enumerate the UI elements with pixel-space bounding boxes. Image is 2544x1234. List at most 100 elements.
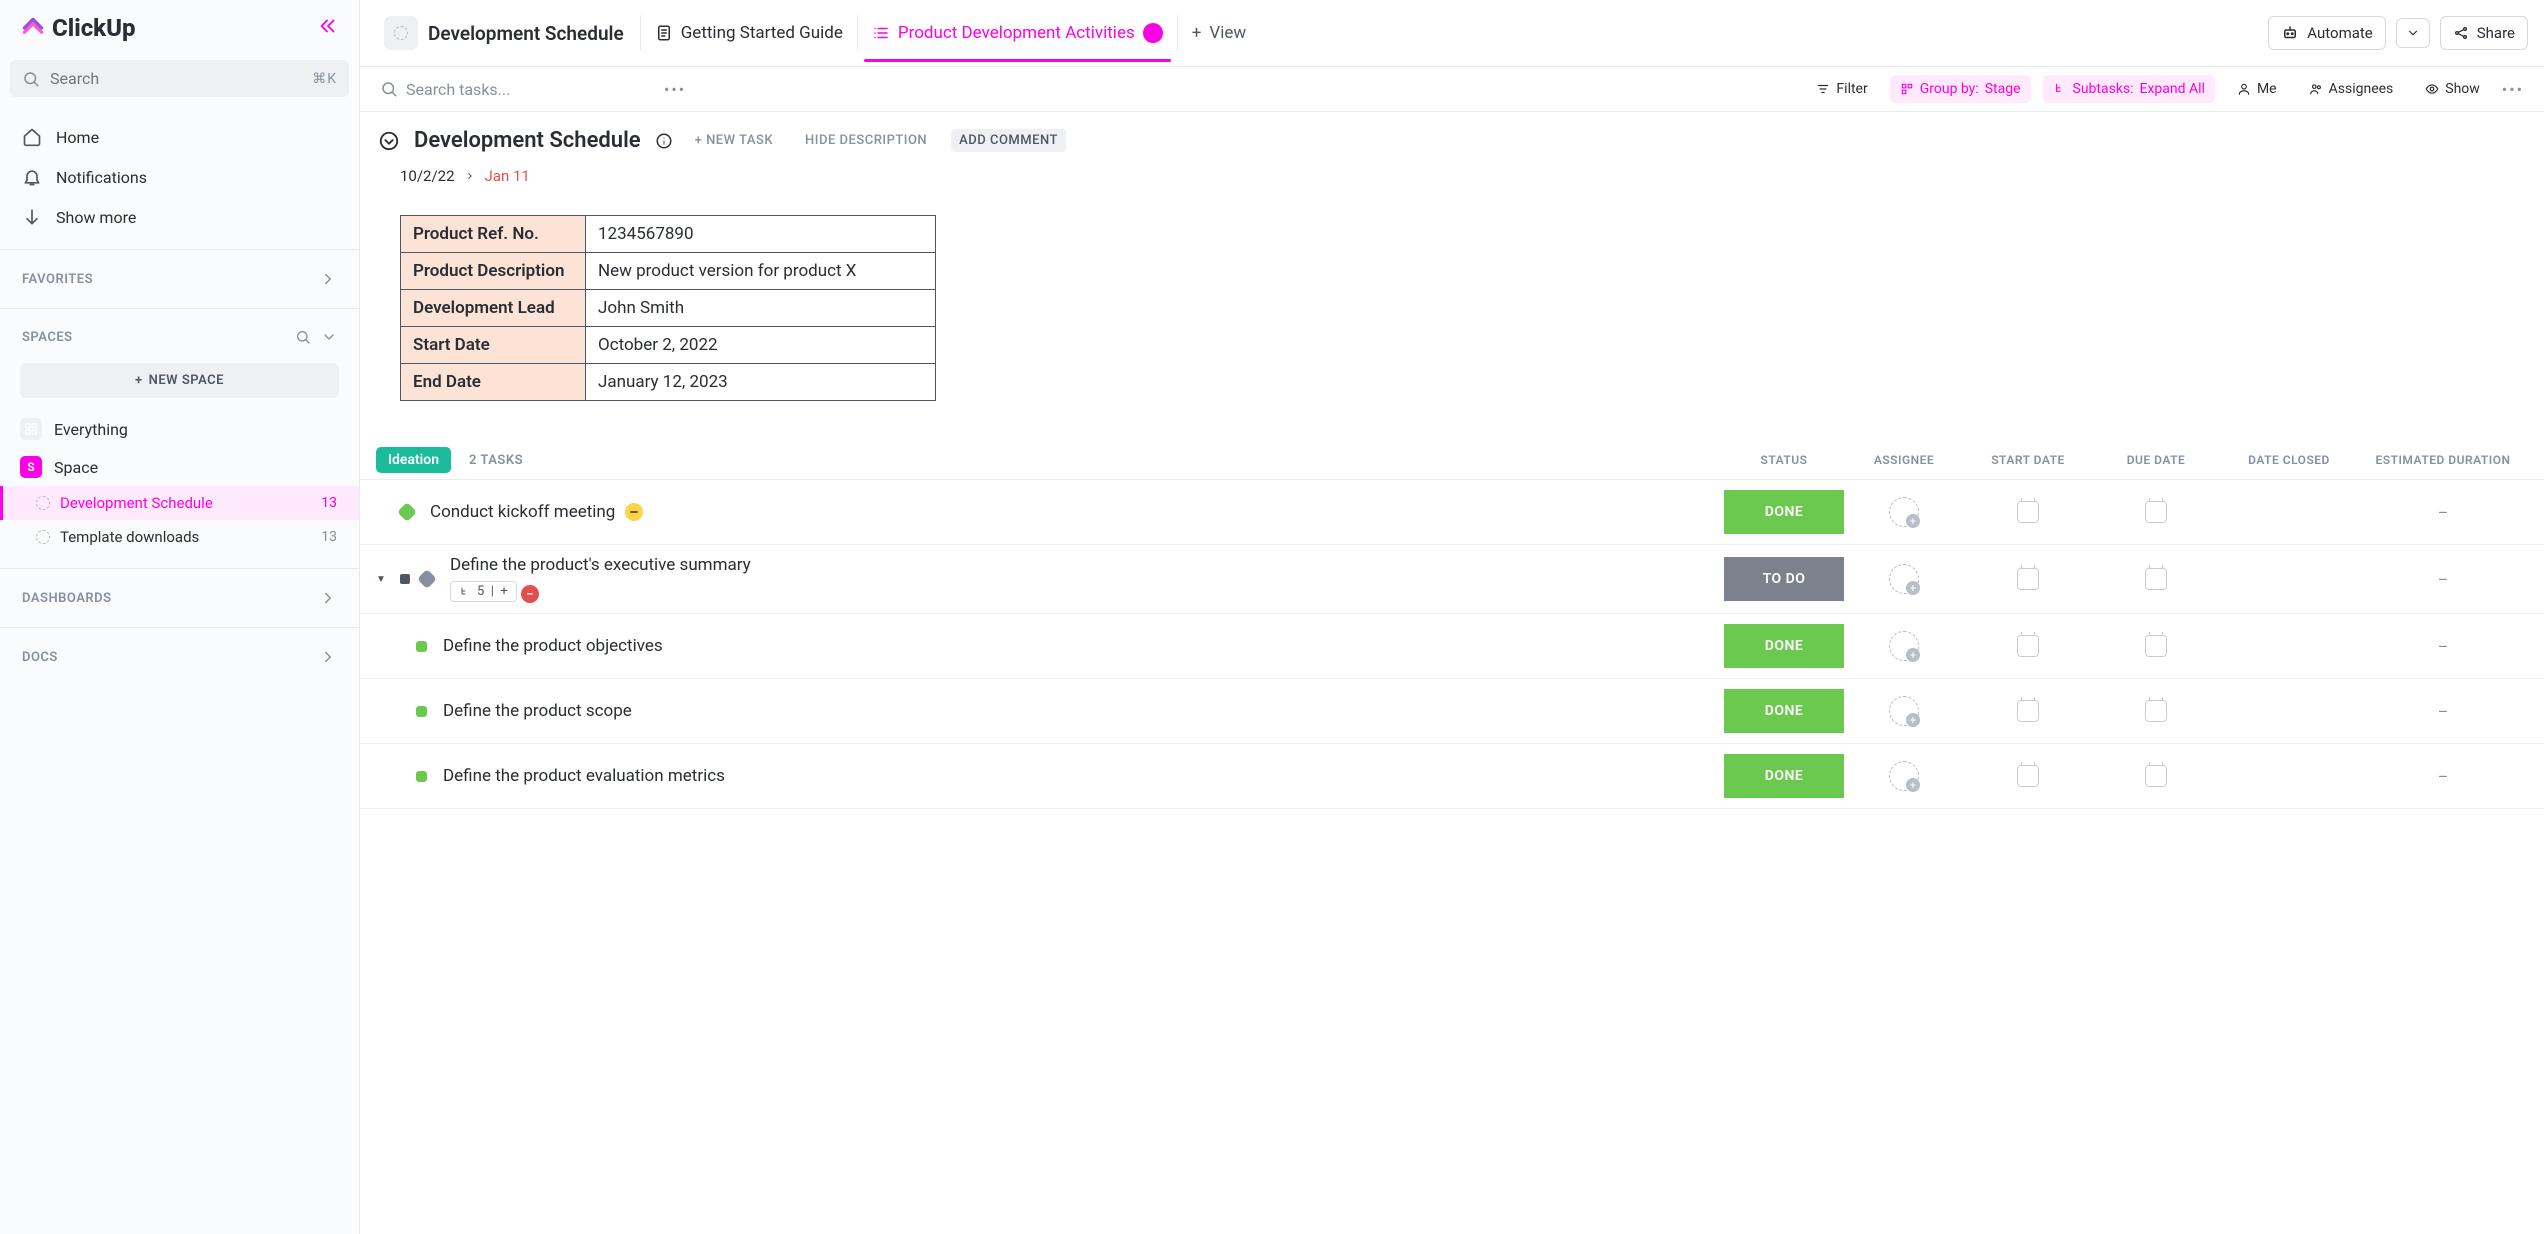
col-start[interactable]: START DATE [1964,453,2092,467]
cell-start-date[interactable] [1964,689,2092,733]
task-row[interactable]: Conduct kickoff meeting DONE – [360,480,2544,545]
cell-due-date[interactable] [2092,490,2220,534]
share-icon [2453,25,2469,41]
new-space-button[interactable]: + NEW SPACE [20,363,339,398]
subtask-count[interactable]: 5 | + [450,581,517,602]
hide-description-button[interactable]: HIDE DESCRIPTION [797,129,935,152]
assignee-placeholder-icon [1889,696,1919,726]
cell-due-date[interactable] [2092,754,2220,798]
filter-button[interactable]: Filter [1806,75,1877,103]
task-title[interactable]: Define the product scope [443,701,1714,721]
cell-date-closed[interactable] [2220,490,2358,534]
breadcrumb[interactable]: Development Schedule [376,10,632,56]
col-closed[interactable]: DATE CLOSED [2220,453,2358,467]
doc-due-date[interactable]: Jan 11 [485,167,530,185]
more-icon[interactable]: ••• [664,80,686,99]
cell-start-date[interactable] [1964,557,2092,601]
nav-notifications[interactable]: Notifications [0,157,359,197]
sidebar-search-input[interactable] [50,69,302,88]
clickup-logo-icon [20,15,46,41]
status-dot[interactable] [416,641,427,652]
expand-toggle[interactable]: ▼ [376,574,390,585]
col-est[interactable]: ESTIMATED DURATION [2358,453,2528,467]
status-dot[interactable] [397,502,417,522]
task-title[interactable]: Define the product objectives [443,636,1714,656]
cell-start-date[interactable] [1964,490,2092,534]
chevron-down-icon[interactable] [321,329,337,345]
cell-status[interactable]: TO DO [1724,557,1844,601]
task-title[interactable]: Conduct kickoff meeting [430,502,1714,522]
task-title[interactable]: Define the product evaluation metrics [443,766,1714,786]
sidebar-list-template-downloads[interactable]: Template downloads 13 [0,520,359,554]
task-row[interactable]: Define the product objectives DONE – [360,614,2544,679]
nav-home[interactable]: Home [0,117,359,157]
me-button[interactable]: Me [2227,75,2287,103]
task-title[interactable]: Define the product's executive summary [450,555,1714,575]
cell-assignee[interactable] [1844,754,1964,798]
info-icon[interactable] [655,132,673,150]
task-row[interactable]: Define the product scope DONE – [360,679,2544,744]
cell-due-date[interactable] [2092,689,2220,733]
search-icon[interactable] [295,329,311,345]
cell-status[interactable]: DONE [1724,754,1844,798]
tab-getting-started[interactable]: Getting Started Guide [640,15,857,51]
cell-assignee[interactable] [1844,624,1964,668]
task-row[interactable]: ▼Define the product's executive summary … [360,545,2544,614]
spaces-header[interactable]: SPACES [0,315,359,359]
nav-show-more[interactable]: Show more [0,197,359,237]
cell-date-closed[interactable] [2220,557,2358,601]
automate-dropdown[interactable] [2396,18,2430,48]
docs-header[interactable]: DOCS [0,634,359,680]
cell-assignee[interactable] [1844,557,1964,601]
new-task-button[interactable]: + NEW TASK [687,129,781,152]
cell-status[interactable]: DONE [1724,490,1844,534]
status-dot[interactable] [417,569,437,589]
col-status[interactable]: STATUS [1724,453,1844,467]
show-button[interactable]: Show [2415,75,2490,103]
subtasks-button[interactable]: Subtasks: Expand All [2043,75,2215,103]
cell-status[interactable]: DONE [1724,689,1844,733]
cell-date-closed[interactable] [2220,689,2358,733]
cell-est-duration[interactable]: – [2358,490,2528,534]
status-dot[interactable] [416,771,427,782]
cell-est-duration[interactable]: – [2358,754,2528,798]
group-by-button[interactable]: Group by: Stage [1890,75,2031,103]
cell-start-date[interactable] [1964,624,2092,668]
add-comment-button[interactable]: ADD COMMENT [951,129,1066,152]
cell-assignee[interactable] [1844,490,1964,534]
status-dot[interactable] [416,706,427,717]
sidebar-list-development-schedule[interactable]: Development Schedule 13 [0,486,359,520]
cell-est-duration[interactable]: – [2358,689,2528,733]
cell-date-closed[interactable] [2220,624,2358,668]
tab-product-development[interactable]: Product Development Activities [857,15,1177,51]
doc-start-date[interactable]: 10/2/22 [400,167,455,185]
cell-status[interactable]: DONE [1724,624,1844,668]
col-assignee[interactable]: ASSIGNEE [1844,453,1964,467]
cell-assignee[interactable] [1844,689,1964,733]
col-due[interactable]: DUE DATE [2092,453,2220,467]
group-badge[interactable]: Ideation [376,447,451,473]
sidebar-space[interactable]: S Space [0,448,359,486]
task-row[interactable]: Define the product evaluation metrics DON… [360,744,2544,809]
doc-dates: 10/2/22 Jan 11 [360,157,2544,195]
cell-due-date[interactable] [2092,557,2220,601]
assignees-button[interactable]: Assignees [2299,75,2404,103]
automate-button[interactable]: Automate [2268,16,2385,50]
sidebar-everything[interactable]: Everything [0,410,359,448]
cell-start-date[interactable] [1964,754,2092,798]
sidebar-search[interactable]: ⌘K [10,60,349,97]
cell-date-closed[interactable] [2220,754,2358,798]
search-tasks[interactable]: Search tasks... [380,80,650,99]
favorites-header[interactable]: FAVORITES [0,256,359,302]
sidebar-collapse-button[interactable] [317,15,339,41]
add-view-button[interactable]: + View [1177,15,1260,51]
more-icon[interactable]: ••• [2502,80,2524,99]
share-button[interactable]: Share [2440,16,2528,50]
cell-est-duration[interactable]: – [2358,624,2528,668]
cell-est-duration[interactable]: – [2358,557,2528,601]
dashboards-header[interactable]: DASHBOARDS [0,575,359,621]
list-view-icon [872,24,890,42]
chevron-circle-icon[interactable] [378,130,400,152]
app-logo[interactable]: ClickUp [20,14,136,42]
cell-due-date[interactable] [2092,624,2220,668]
